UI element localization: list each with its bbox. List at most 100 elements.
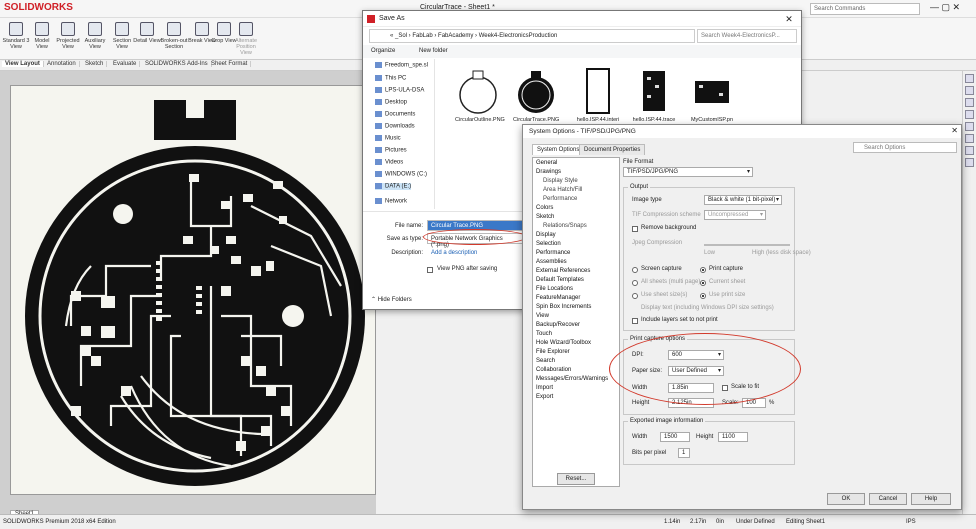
tree-item[interactable]: Area Hatch/Fill — [543, 187, 582, 193]
view-palette-icon[interactable] — [965, 122, 974, 131]
tree-item[interactable]: Default Templates — [536, 277, 584, 283]
tree-item[interactable]: Collaboration — [536, 367, 571, 373]
status-y: 2.17in — [690, 519, 707, 525]
tab-sheet-format[interactable]: Sheet Format — [208, 61, 252, 67]
auxiliary-view-button[interactable]: Auxiliary View — [81, 22, 109, 50]
detail-view-button[interactable]: Detail View — [133, 22, 161, 44]
tree-item[interactable]: Display — [536, 232, 556, 238]
tree-item[interactable]: Import — [536, 385, 553, 391]
folder-search-input[interactable]: Search Week4-ElectronicsP... — [697, 29, 797, 43]
tree-item[interactable]: Sketch — [536, 214, 554, 220]
nav-item[interactable]: Freedom_spe.sl — [375, 62, 428, 69]
nav-item[interactable]: WINDOWS (C:) — [375, 171, 427, 178]
view-after-checkbox[interactable] — [427, 267, 433, 273]
remove-background-checkbox[interactable] — [632, 226, 638, 232]
projected-view-button[interactable]: Projected View — [54, 22, 82, 50]
window-controls[interactable]: — ▢ ✕ — [930, 2, 960, 13]
new-folder-button[interactable]: New folder — [419, 48, 448, 54]
tree-item[interactable]: General — [536, 160, 557, 166]
tree-item[interactable]: File Explorer — [536, 349, 570, 355]
nav-item[interactable]: Network — [375, 198, 407, 205]
tree-item[interactable]: Relations/Snaps — [543, 223, 587, 229]
nav-item[interactable]: Music — [375, 135, 401, 142]
tree-item[interactable]: Performance — [536, 250, 570, 256]
hide-folders-toggle[interactable]: ⌃ Hide Folders — [371, 296, 412, 303]
broken-out-section-button[interactable]: Broken-out Section — [160, 22, 188, 50]
nav-item[interactable]: Desktop — [375, 99, 407, 106]
nav-item-selected[interactable]: DATA (E:) — [375, 183, 412, 190]
resources-icon[interactable] — [965, 86, 974, 95]
add-description-link[interactable]: Add a description — [431, 250, 477, 256]
tree-item[interactable]: Backup/Recover — [536, 322, 580, 328]
file-item[interactable]: hello.ISP.44.interi — [575, 67, 621, 123]
address-bar[interactable]: « _Sol › FabLab › FabAcademy › Week4-Ele… — [369, 29, 695, 43]
drawing-canvas[interactable] — [0, 71, 376, 514]
tree-item[interactable]: Selection — [536, 241, 561, 247]
design-library-icon[interactable] — [965, 98, 974, 107]
nav-item[interactable]: This PC — [375, 75, 406, 82]
print-capture-radio[interactable] — [700, 267, 706, 273]
home-icon[interactable] — [965, 74, 974, 83]
all-sheets-radio[interactable] — [632, 280, 638, 286]
tab-annotation[interactable]: Annotation — [44, 61, 80, 67]
tree-item[interactable]: Messages/Errors/Warnings — [536, 376, 608, 382]
tree-item[interactable]: Assemblies — [536, 259, 567, 265]
file-item[interactable]: MyCustomISP.pn — [689, 67, 735, 123]
tab-view-layout[interactable]: View Layout — [2, 61, 44, 67]
tree-item[interactable]: Export — [536, 394, 553, 400]
custom-properties-icon[interactable] — [965, 146, 974, 155]
ok-button[interactable]: OK — [827, 493, 865, 505]
tree-item[interactable]: Display Style — [543, 178, 578, 184]
tree-item[interactable]: View — [536, 313, 549, 319]
current-sheet-radio[interactable] — [700, 280, 706, 286]
screen-capture-radio[interactable] — [632, 267, 638, 273]
file-item[interactable]: hello.ISP.44.trace — [631, 67, 677, 123]
help-button[interactable]: Help — [911, 493, 951, 505]
file-item[interactable]: CircularOutline.PNG — [455, 67, 505, 123]
search-commands-input[interactable]: Search Commands — [810, 3, 920, 15]
model-view-button[interactable]: Model View — [28, 22, 56, 50]
nav-item[interactable]: Documents — [375, 111, 415, 118]
nav-item[interactable]: Videos — [375, 159, 403, 166]
section-view-button[interactable]: Section View — [108, 22, 136, 50]
nav-item[interactable]: Pictures — [375, 147, 407, 154]
close-icon[interactable]: ✕ — [951, 126, 958, 135]
tree-item[interactable]: Hole Wizard/Toolbox — [536, 340, 591, 346]
tree-item[interactable]: Drawings — [536, 169, 561, 175]
tab-evaluate[interactable]: Evaluate — [110, 61, 141, 67]
file-item[interactable]: CircularTrace.PNG — [513, 67, 559, 123]
options-search-input[interactable]: Search Options — [853, 142, 957, 153]
file-explorer-icon[interactable] — [965, 110, 974, 119]
status-units[interactable]: IPS — [906, 519, 916, 525]
alternate-position-view-button[interactable]: Alternate Position View — [232, 22, 260, 56]
tree-item[interactable]: Performance — [543, 196, 577, 202]
tree-item[interactable]: Spin Box Increments — [536, 304, 591, 310]
reset-button[interactable]: Reset... — [557, 473, 595, 485]
nav-item[interactable]: Downloads — [375, 123, 415, 130]
tab-system-options[interactable]: System Options — [532, 144, 585, 155]
tree-item[interactable]: FeatureManager — [536, 295, 580, 301]
solidworks-forum-icon[interactable] — [965, 158, 974, 167]
jpeg-slider[interactable] — [704, 244, 790, 246]
tree-item[interactable]: Touch — [536, 331, 552, 337]
tree-item[interactable]: Search — [536, 358, 555, 364]
tif-compression-select[interactable]: Uncompressed — [704, 210, 766, 220]
tab-document-properties[interactable]: Document Properties — [579, 144, 646, 155]
tab-addins[interactable]: SOLIDWORKS Add-Ins — [142, 61, 212, 67]
tree-item[interactable]: File Locations — [536, 286, 573, 292]
solidworks-logo[interactable]: SOLIDWORKS — [4, 2, 73, 13]
appearances-icon[interactable] — [965, 134, 974, 143]
image-type-select[interactable]: Black & white (1 bit-pixel) — [704, 195, 782, 205]
include-layers-checkbox[interactable] — [632, 318, 638, 324]
use-sheet-size-radio[interactable] — [632, 293, 638, 299]
nav-item[interactable]: LPS-ULA-DSA — [375, 87, 424, 94]
cancel-button[interactable]: Cancel — [869, 493, 907, 505]
tree-item[interactable]: External References — [536, 268, 590, 274]
standard-3-view-button[interactable]: Standard 3 View — [2, 22, 30, 50]
close-icon[interactable]: ✕ — [777, 11, 801, 27]
tab-sketch[interactable]: Sketch — [82, 61, 108, 67]
file-format-select[interactable]: TIF/PSD/JPG/PNG — [623, 167, 753, 177]
organize-button[interactable]: Organize — [371, 48, 395, 54]
use-print-size-radio[interactable] — [700, 293, 706, 299]
tree-item[interactable]: Colors — [536, 205, 553, 211]
